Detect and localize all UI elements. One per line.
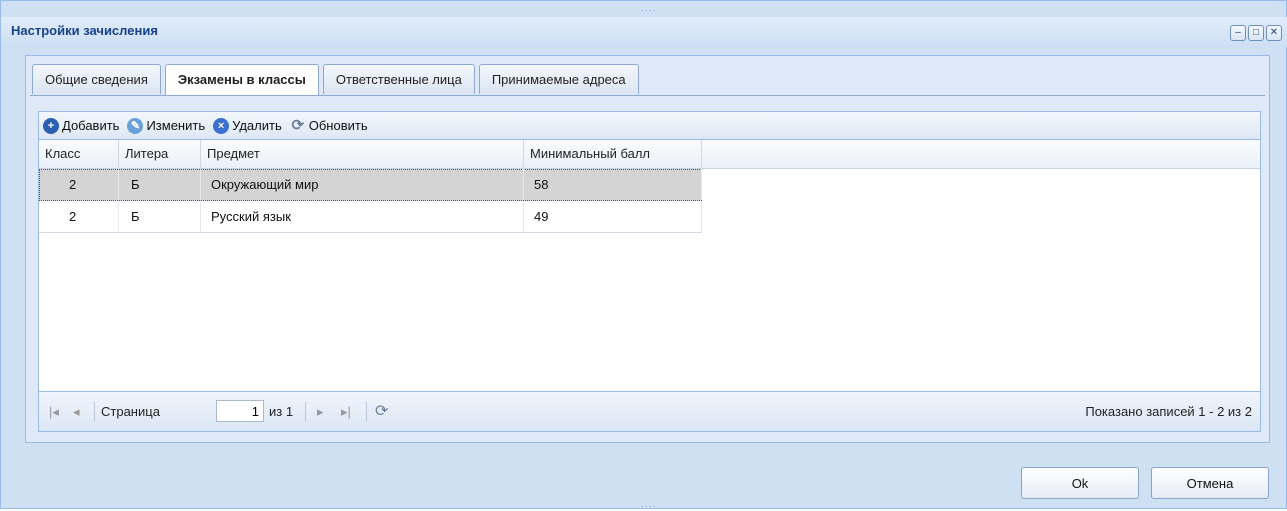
exams-grid: + Добавить ✎ Изменить × Удалить ⟳ Обнови… — [38, 111, 1261, 432]
cell-min-score: 58 — [524, 169, 702, 200]
column-header-class[interactable]: Класс — [39, 140, 119, 168]
tab-divider — [30, 95, 1265, 96]
resize-grip-bottom[interactable]: ···· — [641, 501, 657, 511]
cell-letter: Б — [119, 201, 201, 232]
page-number-input[interactable] — [216, 400, 264, 422]
prev-page-icon[interactable]: ◂ — [73, 404, 80, 420]
refresh-button[interactable]: ⟳ Обновить — [290, 116, 368, 134]
ok-button[interactable]: Ok — [1021, 467, 1139, 499]
pagination-bar: |◂ ◂ Страница из 1 ▸ ▸| ⟳ Показано запис… — [39, 391, 1260, 431]
column-header-letter[interactable]: Литера — [119, 140, 201, 168]
refresh-label: Обновить — [308, 118, 368, 133]
delete-label: Удалить — [232, 118, 282, 133]
records-info: Показано записей 1 - 2 из 2 — [1085, 404, 1252, 419]
maximize-icon[interactable]: □ — [1248, 25, 1264, 41]
window-title: Настройки зачисления — [11, 23, 158, 38]
cell-letter: Б — [119, 169, 201, 200]
refresh-icon: ⟳ — [291, 116, 305, 134]
delete-icon: × — [213, 117, 230, 134]
tab-addresses[interactable]: Принимаемые адреса — [478, 64, 639, 94]
tab-exams[interactable]: Экзамены в классы — [164, 64, 319, 96]
refresh-icon[interactable]: ⟳ — [375, 401, 388, 421]
table-row[interactable]: 2 Б Окружающий мир 58 — [39, 169, 702, 201]
add-button[interactable]: + Добавить — [43, 117, 120, 134]
tab-strip: Общие сведения Экзамены в классы Ответст… — [32, 64, 639, 96]
cell-class: 2 — [39, 169, 119, 200]
table-header: Класс Литера Предмет Минимальный балл — [39, 140, 1260, 169]
column-header-subject[interactable]: Предмет — [201, 140, 524, 168]
pencil-icon: ✎ — [127, 117, 144, 134]
pager-separator — [94, 402, 95, 422]
edit-label: Изменить — [146, 118, 206, 133]
last-page-icon[interactable]: ▸| — [341, 404, 351, 420]
first-page-icon[interactable]: |◂ — [49, 404, 59, 420]
cell-min-score: 49 — [524, 201, 702, 232]
tab-responsible[interactable]: Ответственные лица — [322, 64, 475, 94]
cell-subject: Русский язык — [201, 201, 524, 232]
next-page-icon[interactable]: ▸ — [317, 404, 324, 420]
pager-separator — [305, 402, 306, 422]
cell-subject: Окружающий мир — [201, 169, 524, 200]
tab-general[interactable]: Общие сведения — [32, 64, 161, 94]
grid-toolbar: + Добавить ✎ Изменить × Удалить ⟳ Обнови… — [39, 112, 1260, 140]
edit-button[interactable]: ✎ Изменить — [127, 117, 206, 134]
delete-button[interactable]: × Удалить — [213, 117, 282, 134]
window-controls: – □ ✕ — [1230, 25, 1282, 41]
plus-icon: + — [43, 117, 59, 134]
pager-separator — [366, 402, 367, 422]
add-label: Добавить — [62, 118, 120, 133]
page-label: Страница — [101, 404, 160, 419]
column-header-min-score[interactable]: Минимальный балл — [524, 140, 702, 168]
settings-window: ···· Настройки зачисления – □ ✕ Общие св… — [0, 0, 1287, 511]
cell-class: 2 — [39, 201, 119, 232]
close-icon[interactable]: ✕ — [1266, 25, 1282, 41]
resize-grip-top[interactable]: ···· — [641, 5, 657, 15]
minimize-icon[interactable]: – — [1230, 25, 1246, 41]
window-titlebar[interactable]: Настройки зачисления – □ ✕ — [1, 17, 1287, 47]
page-count-label: из 1 — [269, 404, 294, 419]
tab-panel: Общие сведения Экзамены в классы Ответст… — [25, 55, 1270, 443]
cancel-button[interactable]: Отмена — [1151, 467, 1269, 499]
table-row[interactable]: 2 Б Русский язык 49 — [39, 201, 702, 233]
